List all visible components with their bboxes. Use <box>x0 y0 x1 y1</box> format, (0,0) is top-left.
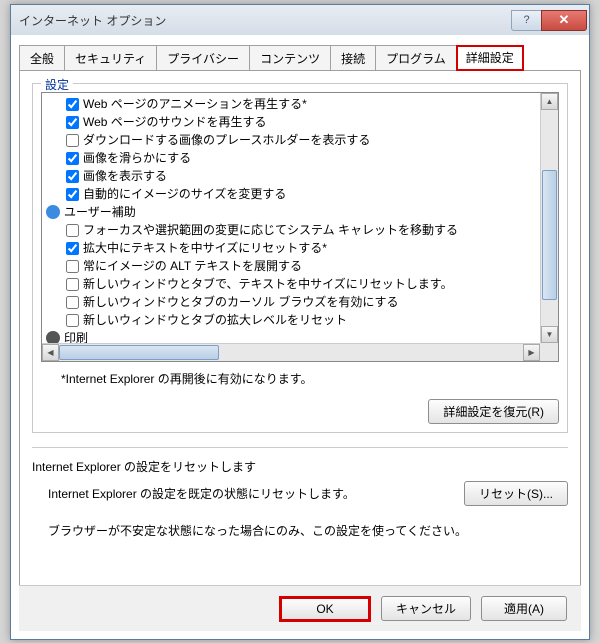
setting-row: 自動的にイメージのサイズを変更する <box>46 185 536 203</box>
setting-label: 自動的にイメージのサイズを変更する <box>83 185 286 203</box>
setting-row: Web ページのアニメーションを再生する* <box>46 95 536 113</box>
setting-checkbox[interactable] <box>66 260 79 273</box>
restore-defaults-button[interactable]: 詳細設定を復元(R) <box>428 399 559 424</box>
advanced-panel: 設定 Web ページのアニメーションを再生する*Web ページのサウンドを再生す… <box>19 70 581 618</box>
setting-label: 常にイメージの ALT テキストを展開する <box>83 257 302 275</box>
setting-label: 画像を滑らかにする <box>83 149 191 167</box>
setting-label: 新しいウィンドウとタブの拡大レベルをリセット <box>83 311 347 329</box>
scroll-left-icon[interactable]: ◀ <box>42 344 59 361</box>
setting-row: 常にイメージの ALT テキストを展開する <box>46 257 536 275</box>
setting-row: 拡大中にテキストを中サイズにリセットする* <box>46 239 536 257</box>
tab-2[interactable]: プライバシー <box>156 45 250 71</box>
ok-highlight: OK <box>279 596 371 622</box>
tab-3[interactable]: コンテンツ <box>249 45 331 71</box>
setting-row: ダウンロードする画像のプレースホルダーを表示する <box>46 131 536 149</box>
setting-row: 画像を滑らかにする <box>46 149 536 167</box>
scroll-down-icon[interactable]: ▼ <box>541 326 558 343</box>
apply-button[interactable]: 適用(A) <box>481 596 567 621</box>
tab-0[interactable]: 全般 <box>19 45 65 71</box>
close-button[interactable]: ✕ <box>541 10 587 31</box>
setting-label: 拡大中にテキストを中サイズにリセットする* <box>83 239 327 257</box>
setting-checkbox[interactable] <box>66 188 79 201</box>
setting-checkbox[interactable] <box>66 242 79 255</box>
settings-group-label: 設定 <box>41 76 73 93</box>
help-button[interactable]: ? <box>511 10 541 31</box>
tab-5[interactable]: プログラム <box>375 45 457 71</box>
hscroll-thumb[interactable] <box>59 345 219 360</box>
setting-checkbox[interactable] <box>66 296 79 309</box>
settings-list: Web ページのアニメーションを再生する*Web ページのサウンドを再生するダウ… <box>41 92 559 362</box>
setting-checkbox[interactable] <box>66 224 79 237</box>
setting-checkbox[interactable] <box>66 170 79 183</box>
titlebar[interactable]: インターネット オプション ? ✕ <box>11 5 589 35</box>
setting-row: 画像を表示する <box>46 167 536 185</box>
dialog-footer: OK キャンセル 適用(A) <box>19 585 581 631</box>
setting-label: 画像を表示する <box>83 167 167 185</box>
internet-options-dialog: インターネット オプション ? ✕ 全般セキュリティプライバシーコンテンツ接続プ… <box>10 4 590 640</box>
setting-label: 新しいウィンドウとタブのカーソル ブラウズを有効にする <box>83 293 398 311</box>
setting-checkbox[interactable] <box>66 314 79 327</box>
setting-row: 新しいウィンドウとタブのカーソル ブラウズを有効にする <box>46 293 536 311</box>
scroll-up-icon[interactable]: ▲ <box>541 93 558 110</box>
setting-row: ユーザー補助 <box>46 203 536 221</box>
setting-label: ダウンロードする画像のプレースホルダーを表示する <box>83 131 370 149</box>
setting-row: Web ページのサウンドを再生する <box>46 113 536 131</box>
tab-1[interactable]: セキュリティ <box>64 45 157 71</box>
setting-checkbox[interactable] <box>66 278 79 291</box>
setting-label: Web ページのアニメーションを再生する* <box>83 95 307 113</box>
tab-6[interactable]: 詳細設定 <box>456 45 524 71</box>
ok-button[interactable]: OK <box>282 599 368 619</box>
setting-row: 新しいウィンドウとタブで、テキストを中サイズにリセットします。 <box>46 275 536 293</box>
setting-label: 印刷 <box>64 329 88 343</box>
divider <box>32 447 568 448</box>
setting-label: フォーカスや選択範囲の変更に応じてシステム キャレットを移動する <box>83 221 458 239</box>
reset-section-label: Internet Explorer の設定をリセットします <box>32 458 568 475</box>
tab-strip: 全般セキュリティプライバシーコンテンツ接続プログラム詳細設定 <box>19 45 581 71</box>
horizontal-scrollbar[interactable]: ◀ ▶ <box>42 343 540 361</box>
restart-note: *Internet Explorer の再開後に有効になります。 <box>61 370 559 387</box>
vertical-scrollbar[interactable]: ▲ ▼ <box>540 93 558 343</box>
scroll-right-icon[interactable]: ▶ <box>523 344 540 361</box>
category-icon <box>46 205 60 219</box>
setting-checkbox[interactable] <box>66 134 79 147</box>
setting-checkbox[interactable] <box>66 152 79 165</box>
setting-label: 新しいウィンドウとタブで、テキストを中サイズにリセットします。 <box>83 275 453 293</box>
setting-row: フォーカスや選択範囲の変更に応じてシステム キャレットを移動する <box>46 221 536 239</box>
setting-checkbox[interactable] <box>66 98 79 111</box>
setting-label: ユーザー補助 <box>64 203 136 221</box>
window-title: インターネット オプション <box>19 12 166 29</box>
settings-groupbox: 設定 Web ページのアニメーションを再生する*Web ページのサウンドを再生す… <box>32 83 568 433</box>
scroll-thumb[interactable] <box>542 170 557 300</box>
reset-button[interactable]: リセット(S)... <box>464 481 568 506</box>
setting-row: 印刷 <box>46 329 536 343</box>
setting-row: 新しいウィンドウとタブの拡大レベルをリセット <box>46 311 536 329</box>
category-icon <box>46 331 60 343</box>
cancel-button[interactable]: キャンセル <box>381 596 471 621</box>
tab-4[interactable]: 接続 <box>330 45 376 71</box>
setting-checkbox[interactable] <box>66 116 79 129</box>
reset-warning: ブラウザーが不安定な状態になった場合にのみ、この設定を使ってください。 <box>48 522 568 539</box>
reset-description: Internet Explorer の設定を既定の状態にリセットします。 <box>48 485 355 502</box>
setting-label: Web ページのサウンドを再生する <box>83 113 267 131</box>
